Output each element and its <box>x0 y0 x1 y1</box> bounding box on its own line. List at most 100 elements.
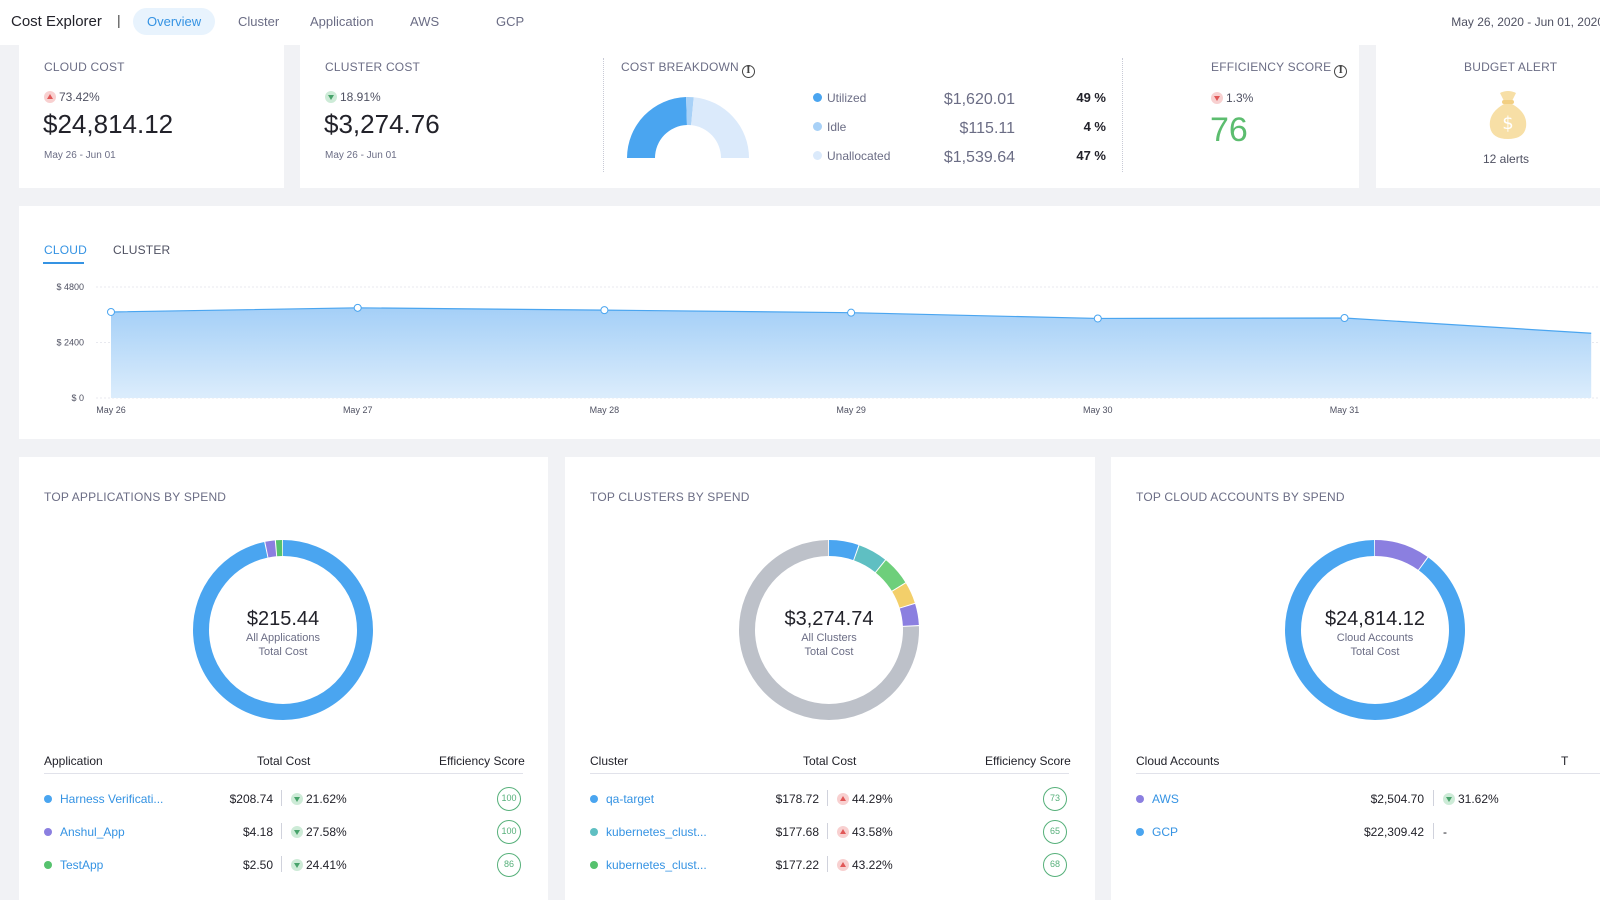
column-header-cloud-accounts[interactable]: Cloud Accounts <box>1136 754 1219 768</box>
trend-down-icon <box>291 826 303 838</box>
table-row[interactable]: GCP <box>1136 825 1178 839</box>
data-point <box>107 307 115 316</box>
panel-title: TOP APPLICATIONS BY SPEND <box>44 490 227 504</box>
trend-up-icon <box>44 91 56 103</box>
tab-gcp[interactable]: GCP <box>482 8 538 35</box>
chart-tab-cluster[interactable]: CLUSTER <box>113 243 170 257</box>
cluster-cost-trend-value: 18.91% <box>340 90 381 104</box>
budget-alert-count: 12 alerts <box>1483 152 1530 166</box>
cloud-account-link[interactable]: GCP <box>1152 825 1178 839</box>
row-trend-value: 43.22% <box>852 858 893 872</box>
column-header-total-cost[interactable]: T <box>1561 754 1568 768</box>
efficiency-score-badge: 65 <box>1043 820 1067 844</box>
table-row[interactable]: Anshul_App <box>44 825 125 839</box>
application-link[interactable]: TestApp <box>60 858 103 872</box>
tab-application[interactable]: Application <box>296 8 388 35</box>
cluster-cost-trend: 18.91% <box>325 90 381 104</box>
column-header-application[interactable]: Application <box>44 754 103 768</box>
column-header-total-cost[interactable]: Total Cost <box>803 754 856 768</box>
table-divider <box>1136 773 1600 774</box>
cluster-link[interactable]: kubernetes_clust... <box>606 825 707 839</box>
x-tick-label: May 29 <box>836 405 866 415</box>
cell-divider <box>827 823 828 839</box>
top-bar: Cost Explorer | Overview Cluster Applica… <box>0 0 1600 45</box>
trend-up-icon <box>837 793 849 805</box>
trend-down-icon <box>325 91 337 103</box>
trend-up-icon <box>837 826 849 838</box>
tab-overview[interactable]: Overview <box>133 8 216 35</box>
divider <box>603 58 604 172</box>
cell-divider <box>1433 823 1434 839</box>
table-row[interactable]: kubernetes_clust... <box>590 858 707 872</box>
efficiency-score-label: EFFICIENCY SCORE i <box>1211 60 1348 78</box>
breakdown-name: Unallocated <box>827 149 891 163</box>
donut-label: Total Cost <box>1350 646 1400 658</box>
utilized-dot <box>813 93 822 102</box>
tab-aws[interactable]: AWS <box>396 8 453 35</box>
row-trend-value: 21.62% <box>306 792 347 806</box>
gauge-segment-utilized <box>627 97 687 158</box>
table-row[interactable]: AWS <box>1136 792 1179 806</box>
cloud-cost-card[interactable]: CLOUD COST 73.42% $24,814.12 May 26 - Ju… <box>19 45 284 188</box>
donut-label: Total Cost <box>258 646 308 658</box>
panel-title: TOP CLUSTERS BY SPEND <box>590 490 750 504</box>
cell-divider <box>281 790 282 806</box>
row-trend-value: 43.58% <box>852 825 893 839</box>
breakdown-amount: $1,620.01 <box>943 91 1015 108</box>
column-header-total-cost[interactable]: Total Cost <box>257 754 310 768</box>
tab-cluster[interactable]: Cluster <box>224 8 293 35</box>
donut-center: $215.44 All Applications Total Cost <box>203 608 363 659</box>
breakdown-percent: 49 % <box>1076 90 1106 105</box>
table-row[interactable]: TestApp <box>44 858 103 872</box>
efficiency-score-badge: 100 <box>497 820 521 844</box>
budget-alert-label: BUDGET ALERT <box>1464 60 1558 74</box>
breakdown-row-idle: Idle <box>813 120 846 134</box>
row-cost: $2,504.70 <box>1370 792 1424 806</box>
efficiency-trend-value: 1.3% <box>1226 91 1254 105</box>
donut-label: All Clusters <box>801 632 857 644</box>
cloud-account-link[interactable]: AWS <box>1152 792 1179 806</box>
date-range-picker[interactable]: May 26, 2020 - Jun 01, 2020 <box>1451 15 1600 29</box>
chart-tab-cloud[interactable]: CLOUD <box>44 243 87 257</box>
cluster-link[interactable]: kubernetes_clust... <box>606 858 707 872</box>
unallocated-dot <box>813 151 822 160</box>
trend-down-icon <box>291 793 303 805</box>
cost-trend-chart: $ 4800 $ 2400 $ 0 May 26 May 27 May 28 May 29… <box>56 282 1600 415</box>
breakdown-row-utilized: Utilized <box>813 91 866 105</box>
chart-area <box>111 307 1592 398</box>
row-color-dot <box>1136 828 1144 836</box>
table-row[interactable]: qa-target <box>590 792 654 806</box>
row-cost: $208.74 <box>229 792 273 806</box>
row-trend-value: 44.29% <box>852 792 893 806</box>
x-axis-ticks: May 26 May 27 May 28 May 29 May 30 May 31 <box>96 405 1359 415</box>
budget-alert-card[interactable]: BUDGET ALERT $ 12 alerts <box>1376 45 1600 188</box>
donut-total: $3,274.74 <box>784 608 874 630</box>
info-icon[interactable]: i <box>1334 65 1348 78</box>
cluster-cost-value: $3,274.76 <box>324 109 440 139</box>
y-tick-label: $ 0 <box>71 393 84 403</box>
column-header-efficiency[interactable]: Efficiency Score <box>985 754 1071 768</box>
y-tick-label: $ 2400 <box>56 338 84 348</box>
donut-label: All Applications <box>246 632 320 644</box>
x-tick-label: May 31 <box>1330 405 1360 415</box>
cluster-cost-period: May 26 - Jun 01 <box>325 150 397 161</box>
cost-breakdown-title: COST BREAKDOWN <box>621 60 739 74</box>
table-row[interactable]: kubernetes_clust... <box>590 825 707 839</box>
info-icon[interactable]: i <box>741 65 755 78</box>
breakdown-name: Idle <box>827 120 847 134</box>
column-header-efficiency[interactable]: Efficiency Score <box>439 754 525 768</box>
x-tick-label: May 26 <box>96 405 126 415</box>
data-point <box>1093 314 1102 323</box>
panel-title: TOP CLOUD ACCOUNTS BY SPEND <box>1136 490 1345 504</box>
idle-dot <box>813 122 822 131</box>
breakdown-percent: 4 % <box>1083 119 1106 134</box>
application-link[interactable]: Harness Verificati... <box>60 792 163 806</box>
application-link[interactable]: Anshul_App <box>60 825 125 839</box>
table-row[interactable]: Harness Verificati... <box>44 792 163 806</box>
row-trend: 43.58% <box>837 825 893 839</box>
cloud-cost-trend-value: 73.42% <box>59 90 100 104</box>
breakdown-amount: $1,539.64 <box>943 149 1015 166</box>
cluster-link[interactable]: qa-target <box>606 792 654 806</box>
app-title: Cost Explorer <box>11 13 102 30</box>
column-header-cluster[interactable]: Cluster <box>590 754 628 768</box>
